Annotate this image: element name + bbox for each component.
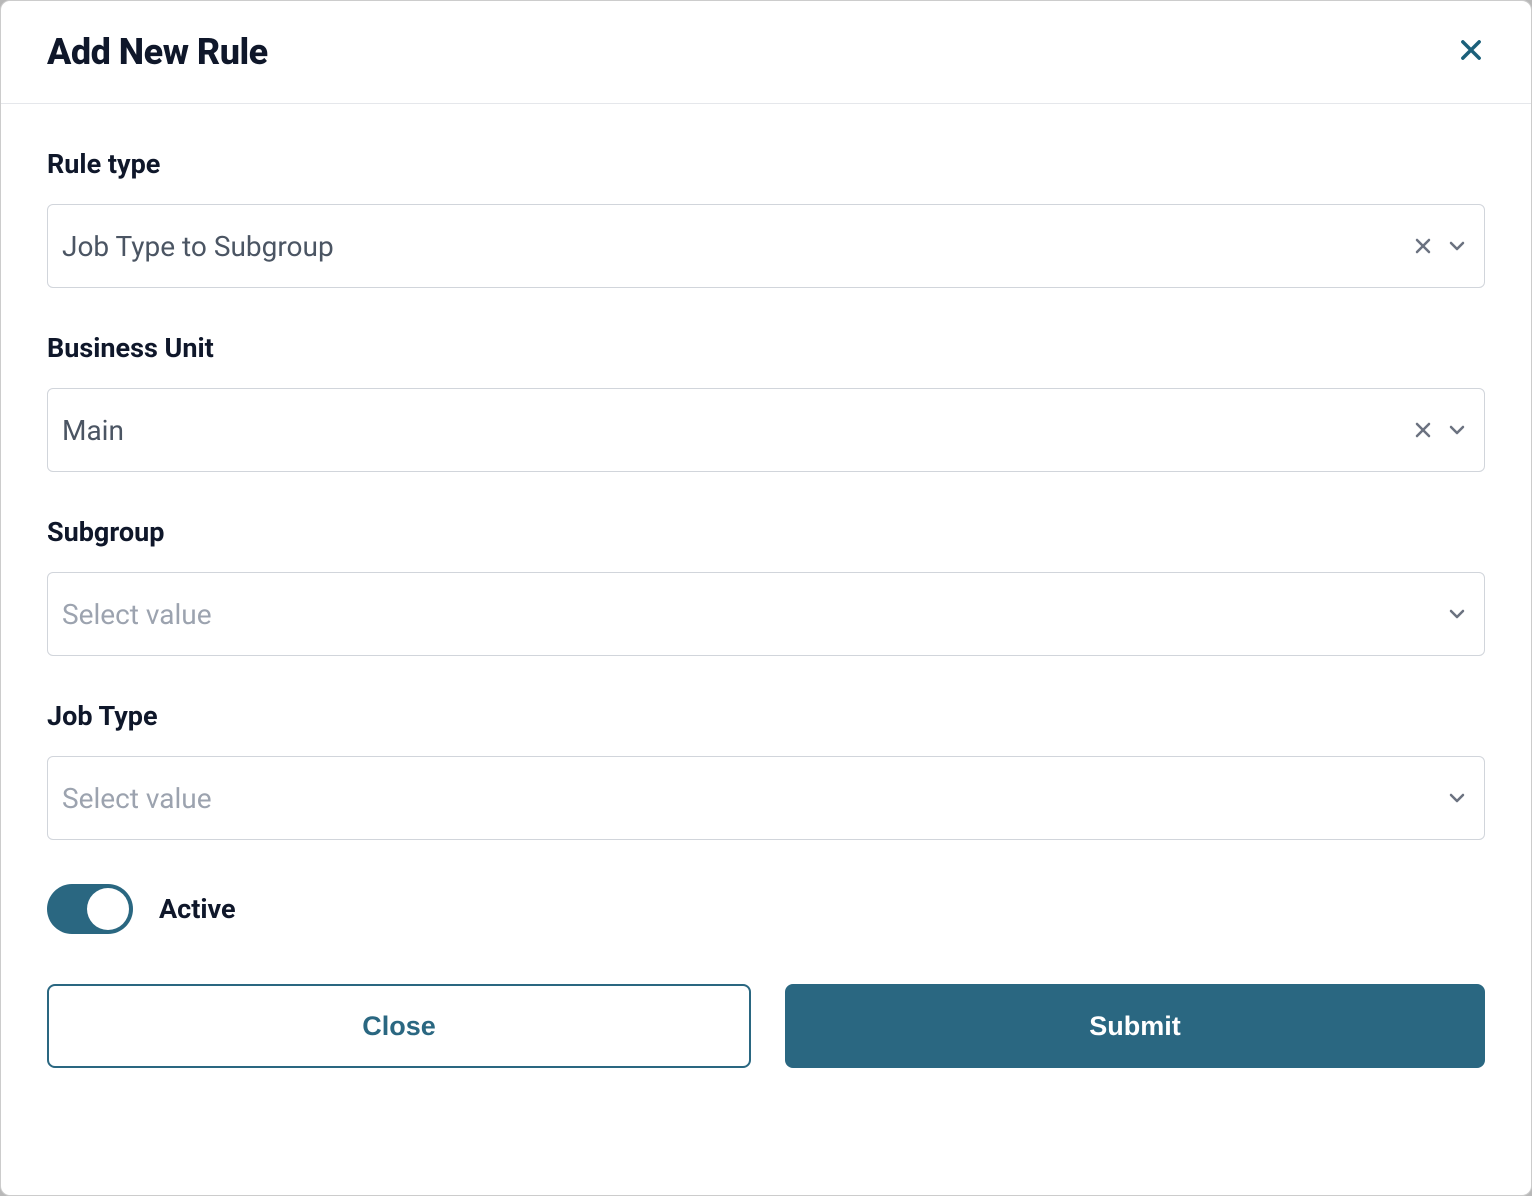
modal-body: Rule type Job Type to Subgroup: [1, 104, 1531, 1108]
clear-icon[interactable]: [1410, 233, 1436, 259]
select-actions: [1410, 417, 1470, 443]
business-unit-group: Business Unit Main: [47, 332, 1485, 472]
business-unit-select[interactable]: Main: [47, 388, 1485, 472]
add-new-rule-modal: Add New Rule Rule type Job Type to Subgr…: [0, 0, 1532, 1196]
job-type-select[interactable]: Select value: [47, 756, 1485, 840]
rule-type-select[interactable]: Job Type to Subgroup: [47, 204, 1485, 288]
toggle-knob: [87, 888, 129, 930]
active-toggle[interactable]: [47, 884, 133, 934]
subgroup-select[interactable]: Select value: [47, 572, 1485, 656]
rule-type-value: Job Type to Subgroup: [62, 230, 1410, 263]
chevron-down-icon[interactable]: [1444, 417, 1470, 443]
select-actions: [1410, 233, 1470, 259]
rule-type-label: Rule type: [47, 148, 1485, 180]
close-icon[interactable]: [1457, 34, 1485, 70]
submit-button[interactable]: Submit: [785, 984, 1485, 1068]
job-type-group: Job Type Select value: [47, 700, 1485, 840]
business-unit-value: Main: [62, 414, 1410, 447]
chevron-down-icon[interactable]: [1444, 601, 1470, 627]
job-type-placeholder: Select value: [62, 782, 1444, 815]
close-button[interactable]: Close: [47, 984, 751, 1068]
chevron-down-icon[interactable]: [1444, 785, 1470, 811]
clear-icon[interactable]: [1410, 417, 1436, 443]
rule-type-group: Rule type Job Type to Subgroup: [47, 148, 1485, 288]
subgroup-label: Subgroup: [47, 516, 1485, 548]
modal-title: Add New Rule: [47, 31, 268, 73]
subgroup-group: Subgroup Select value: [47, 516, 1485, 656]
modal-header: Add New Rule: [1, 1, 1531, 104]
business-unit-label: Business Unit: [47, 332, 1485, 364]
subgroup-placeholder: Select value: [62, 598, 1444, 631]
select-actions: [1444, 601, 1470, 627]
job-type-label: Job Type: [47, 700, 1485, 732]
select-actions: [1444, 785, 1470, 811]
active-toggle-row: Active: [47, 884, 1485, 934]
active-toggle-label: Active: [159, 893, 236, 925]
footer-buttons: Close Submit: [47, 984, 1485, 1068]
chevron-down-icon[interactable]: [1444, 233, 1470, 259]
